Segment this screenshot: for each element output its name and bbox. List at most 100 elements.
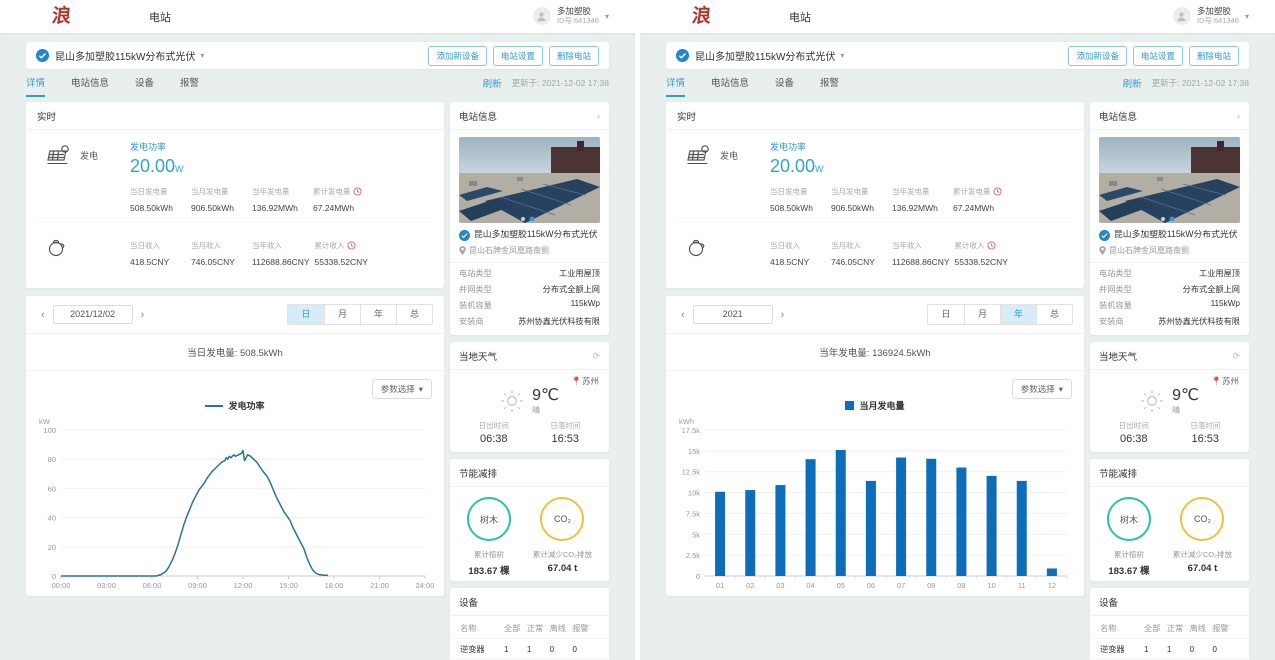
date-picker[interactable]: 2021/12/02 — [53, 305, 133, 324]
add-device-button[interactable]: 添加新设备 — [428, 46, 487, 66]
legend-item-monthly-energy[interactable]: 当月发电量 — [666, 399, 1084, 412]
income-stats: 当日收入418.5CNY 当月收入746.05CNY 当年收入112688.86… — [770, 240, 1016, 267]
daily-chart-card: ‹ 2021/12/02 › 日 月 年 总 当日发电量: 508.5kWh 参… — [26, 296, 444, 596]
prev-date-button[interactable]: ‹ — [677, 309, 689, 321]
station-selector[interactable]: 昆山多加塑胶115kW分布式光伏 — [695, 48, 835, 63]
detail-tabs: 详情 电站信息 设备 报警 刷新 更新于: 2021-12-02 17:38 — [26, 69, 609, 97]
solar-panel-icon — [686, 144, 712, 168]
carousel-dot[interactable] — [1161, 217, 1165, 221]
tab-alarms[interactable]: 报警 — [180, 69, 199, 97]
co2-circle-icon: CO₂ — [1180, 497, 1224, 541]
next-date-button[interactable]: › — [777, 309, 789, 321]
param-select-button[interactable]: 参数选择▾ — [1012, 379, 1072, 399]
period-tab-month[interactable]: 月 — [964, 305, 1000, 324]
date-picker[interactable]: 2021 — [693, 305, 773, 324]
table-row: 逆变器1100 — [1090, 639, 1249, 660]
chevron-down-icon[interactable]: ▾ — [200, 51, 204, 60]
tab-station-info[interactable]: 电站信息 — [71, 69, 109, 97]
period-tab-year[interactable]: 年 — [360, 305, 396, 324]
station-info-title: 电站信息 — [459, 109, 597, 123]
user-menu[interactable]: 多加塑胶 ID号:641346 ▾ — [1173, 7, 1249, 25]
svg-text:12.5k: 12.5k — [682, 468, 701, 477]
chevron-down-icon[interactable]: ▾ — [840, 51, 844, 60]
station-selector[interactable]: 昆山多加塑胶115kW分布式光伏 — [55, 48, 195, 63]
realtime-title: 实时 — [666, 102, 1084, 130]
tab-devices[interactable]: 设备 — [135, 69, 154, 97]
realtime-card: 实时 发电 发电功率 20.00W 当日发电量508.50kWh 当月发电量90… — [666, 102, 1084, 288]
tab-station-info[interactable]: 电站信息 — [711, 69, 749, 97]
delete-station-button[interactable]: 删除电站 — [1189, 46, 1239, 66]
next-date-button[interactable]: › — [137, 309, 149, 321]
chevron-right-icon[interactable]: › — [1237, 111, 1240, 121]
refresh-icon[interactable]: ⟳ — [592, 351, 600, 362]
period-tab-year[interactable]: 年 — [1000, 305, 1036, 324]
tab-devices[interactable]: 设备 — [775, 69, 794, 97]
weather-title: 当地天气 — [459, 349, 592, 363]
energy-stats: 当日发电量508.50kWh 当月发电量906.50kWh 当年发电量136.9… — [130, 186, 374, 213]
history-clock-icon[interactable] — [353, 187, 362, 196]
daily-power-line-chart: kW02040608010000:0003:0006:0009:0012:001… — [33, 412, 437, 592]
station-info-card: 电站信息› — [450, 102, 609, 335]
chevron-down-icon: ▾ — [605, 12, 609, 21]
refresh-link[interactable]: 刷新 — [483, 76, 502, 90]
station-selector-bar: 昆山多加塑胶115kW分布式光伏 ▾ 添加新设备 电站设置 删除电站 — [26, 42, 609, 69]
tab-detail[interactable]: 详情 — [26, 69, 45, 97]
refresh-link[interactable]: 刷新 — [1123, 76, 1142, 90]
param-select-button[interactable]: 参数选择▾ — [372, 379, 432, 399]
chevron-right-icon[interactable]: › — [597, 111, 600, 121]
energy-stats: 当日发电量508.50kWh 当月发电量906.50kWh 当年发电量136.9… — [770, 186, 1014, 213]
sunrise-time: 06:38 — [1119, 433, 1149, 445]
delete-station-button[interactable]: 删除电站 — [549, 46, 599, 66]
history-clock-icon[interactable] — [347, 241, 356, 250]
history-clock-icon[interactable] — [993, 187, 1002, 196]
add-device-button[interactable]: 添加新设备 — [1068, 46, 1127, 66]
nav-item-stations[interactable]: 电站 — [149, 9, 171, 25]
last-updated: 更新于: 2021-12-02 17:38 — [1152, 77, 1249, 89]
trees-value: 183.67 棵 — [467, 563, 511, 577]
period-tab-total[interactable]: 总 — [396, 305, 432, 324]
svg-text:11: 11 — [1018, 581, 1026, 590]
period-tab-day[interactable]: 日 — [288, 305, 324, 324]
station-info-card: 电站信息› — [1090, 102, 1249, 335]
period-tab-month[interactable]: 月 — [324, 305, 360, 324]
history-clock-icon[interactable] — [987, 241, 996, 250]
station-photo[interactable] — [450, 130, 609, 228]
power-label: 发电功率 — [770, 140, 1014, 153]
station-info-name: 昆山多加塑胶115kW分布式光伏 — [1114, 229, 1238, 240]
svg-text:7.5k: 7.5k — [686, 509, 700, 518]
weather-condition: 晴 — [532, 405, 559, 416]
line-legend-swatch — [205, 405, 223, 407]
carousel-dot-active[interactable] — [530, 217, 535, 222]
check-icon — [676, 49, 689, 62]
nav-item-stations[interactable]: 电站 — [789, 9, 811, 25]
prev-date-button[interactable]: ‹ — [37, 309, 49, 321]
devices-card: 设备 名称全部正常离线报警 逆变器1100 采集器1100 — [1090, 588, 1249, 660]
carousel-dot-active[interactable] — [1170, 217, 1175, 222]
sunrise-time: 06:38 — [479, 433, 509, 445]
svg-text:03:00: 03:00 — [97, 581, 116, 590]
realtime-card: 实时 发电 发电功率 20.00W 当日发电量508.50kWh 当月发电量90… — [26, 102, 444, 288]
period-tab-day[interactable]: 日 — [928, 305, 964, 324]
user-menu[interactable]: 多加塑胶 ID号:641346 ▾ — [533, 7, 609, 25]
station-photo[interactable] — [1090, 130, 1249, 228]
devices-table: 名称全部正常离线报警 逆变器1100 采集器1100 — [450, 616, 609, 660]
station-settings-button[interactable]: 电站设置 — [1133, 46, 1183, 66]
weather-temp: 9℃ — [1172, 385, 1199, 405]
legend-item-power[interactable]: 发电功率 — [26, 399, 444, 412]
sun-icon — [1140, 389, 1164, 413]
svg-text:10k: 10k — [688, 489, 700, 498]
station-settings-button[interactable]: 电站设置 — [493, 46, 543, 66]
chart-title: 当日发电量: 508.5kWh — [26, 334, 444, 371]
monthly-energy-bar-chart: kWh02.5k5k7.5k10k12.5k15k17.5k0102030405… — [673, 412, 1077, 592]
svg-text:21:00: 21:00 — [370, 581, 389, 590]
period-tab-total[interactable]: 总 — [1036, 305, 1072, 324]
svg-text:05: 05 — [837, 581, 845, 590]
user-avatar-icon — [533, 7, 551, 25]
co2-value: 67.04 t — [533, 563, 592, 574]
period-tabs: 日 月 年 总 — [927, 304, 1073, 325]
tab-alarms[interactable]: 报警 — [820, 69, 839, 97]
tab-detail[interactable]: 详情 — [666, 69, 685, 97]
svg-text:60: 60 — [48, 484, 56, 493]
refresh-icon[interactable]: ⟳ — [1232, 351, 1240, 362]
carousel-dot[interactable] — [521, 217, 525, 221]
